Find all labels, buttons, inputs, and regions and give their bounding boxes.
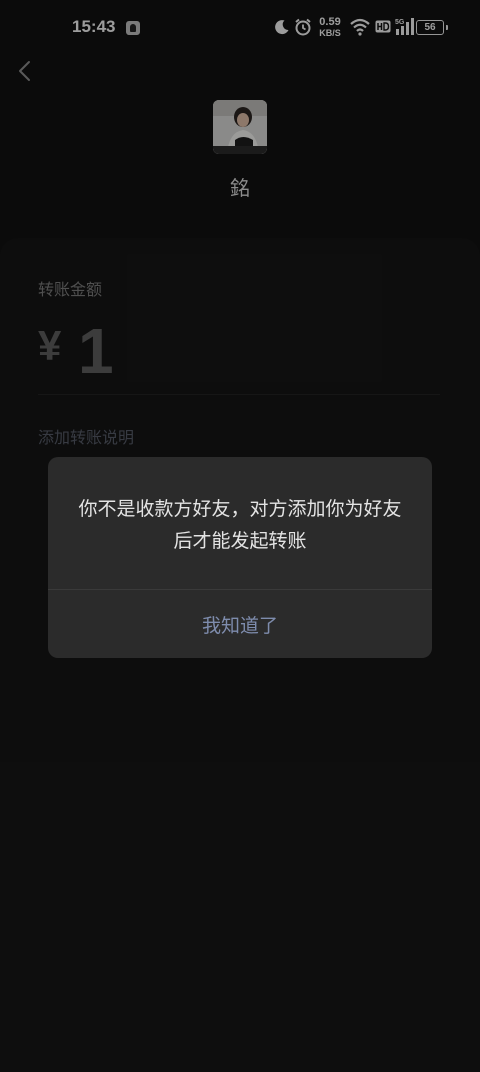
got-it-button[interactable]: 我知道了 <box>48 590 432 658</box>
transfer-screen: 15:43 0.59 KB/S 5G 56 銘 转账金额 ¥ 1 添加转账说明 … <box>0 0 480 1072</box>
alert-dialog: 你不是收款方好友，对方添加你为好友后才能发起转账 我知道了 <box>48 457 432 658</box>
dialog-message: 你不是收款方好友，对方添加你为好友后才能发起转账 <box>78 498 402 552</box>
